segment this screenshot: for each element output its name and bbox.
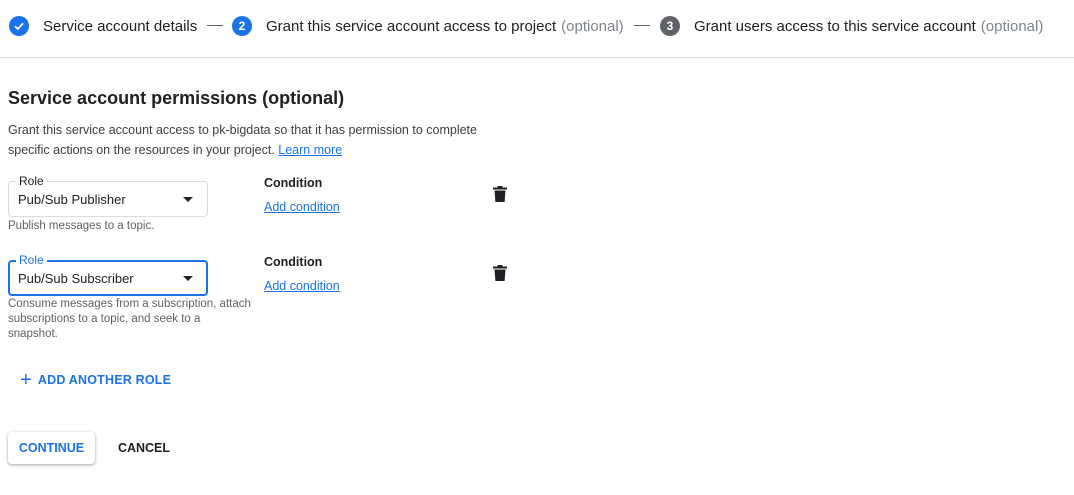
section-description: Grant this service account access to pk-… (8, 120, 508, 160)
step-label: Grant users access to this service accou… (694, 17, 976, 35)
step-optional-label: (optional) (561, 17, 624, 35)
check-icon (9, 16, 29, 36)
delete-icon[interactable] (493, 265, 507, 281)
add-condition-link[interactable]: Add condition (264, 279, 340, 293)
step-grant-users-access[interactable]: 3 Grant users access to this service acc… (660, 0, 1043, 52)
cancel-button[interactable]: CANCEL (107, 432, 181, 464)
role-field-label: Role (16, 253, 47, 267)
step-service-account-details[interactable]: Service account details (9, 0, 197, 52)
role-value: Pub/Sub Publisher (18, 192, 126, 207)
condition-title: Condition (264, 176, 323, 190)
step-optional-label: (optional) (980, 17, 1044, 35)
step-number-badge: 3 (660, 16, 680, 36)
section-title: Service account permissions (optional) (8, 88, 345, 108)
dropdown-arrow-icon (183, 197, 193, 202)
plus-icon: + (20, 369, 32, 391)
step-grant-project-access[interactable]: 2 Grant this service account access to p… (232, 0, 624, 52)
add-condition-link[interactable]: Add condition (264, 200, 340, 214)
continue-button[interactable]: CONTINUE (8, 432, 95, 464)
description-text: Grant this service account access to pk-… (8, 123, 477, 157)
step-number-badge: 2 (232, 16, 252, 36)
delete-icon[interactable] (493, 186, 507, 202)
role-hint: Consume messages from a subscription, at… (8, 298, 251, 340)
role-field-label: Role (16, 174, 47, 188)
learn-more-link[interactable]: Learn more (278, 143, 342, 157)
step-connector (634, 25, 650, 26)
dropdown-arrow-icon (183, 276, 193, 281)
step-label: Service account details (43, 17, 198, 35)
role-value: Pub/Sub Subscriber (18, 271, 134, 286)
role-select-1[interactable]: Role Pub/Sub Publisher (8, 174, 208, 217)
stepper: Service account details 2 Grant this ser… (0, 0, 1074, 58)
step-connector (207, 25, 223, 26)
condition-title: Condition (264, 255, 323, 269)
role-hint: Publish messages to a topic. (8, 220, 155, 232)
role-select-2[interactable]: Role Pub/Sub Subscriber (8, 253, 208, 296)
add-another-role-button[interactable]: + ADD ANOTHER ROLE (20, 370, 171, 390)
step-label: Grant this service account access to pro… (266, 17, 557, 35)
add-role-label: ADD ANOTHER ROLE (37, 373, 172, 387)
